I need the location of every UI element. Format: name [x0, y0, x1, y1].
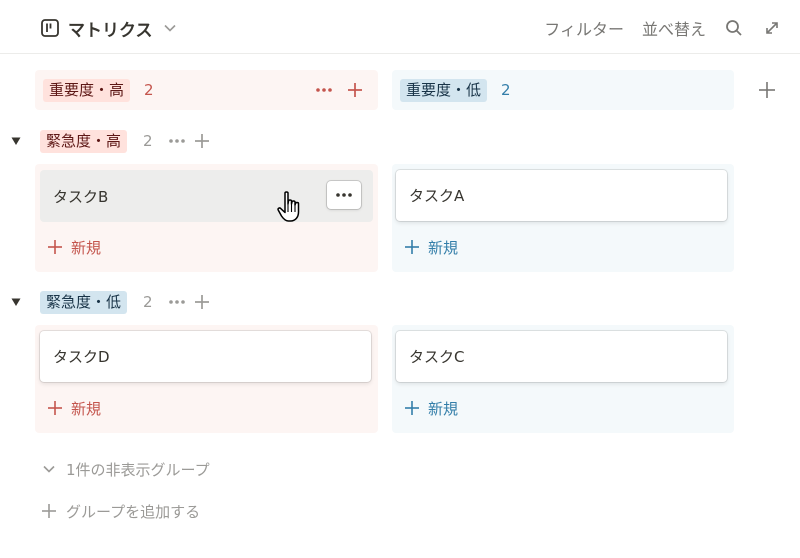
top-bar: マトリクス フィルター 並べ替え — [0, 0, 800, 54]
hidden-groups-toggle[interactable]: 1件の非表示グループ — [40, 457, 210, 481]
new-label: 新規 — [428, 399, 459, 418]
plus-icon — [48, 401, 62, 415]
card-task-c[interactable]: タスクC — [396, 331, 727, 382]
sort-button[interactable]: 並べ替え — [642, 16, 706, 40]
toolbar: フィルター 並べ替え — [544, 14, 782, 42]
group-count: 2 — [143, 293, 153, 311]
group-tag[interactable]: 緊急度・高 — [40, 129, 128, 153]
group-header-low-urgency: 緊急度・低 2 — [10, 289, 211, 315]
chevron-down-icon — [43, 465, 55, 473]
collapse-triangle-icon[interactable] — [10, 135, 22, 147]
column-header-low-importance: 重要度・低 2 — [392, 70, 734, 110]
plus-icon — [405, 240, 419, 254]
plus-icon — [48, 240, 62, 254]
column-count: 2 — [144, 81, 154, 99]
card-menu-button[interactable] — [327, 181, 361, 209]
expand-icon[interactable] — [762, 18, 782, 38]
group-header-high-urgency: 緊急度・高 2 — [10, 128, 211, 154]
plus-icon — [405, 401, 419, 415]
add-group-button[interactable]: グループを追加する — [40, 499, 200, 523]
collapse-triangle-icon[interactable] — [10, 296, 22, 308]
card-task-a[interactable]: タスクA — [396, 170, 727, 221]
group-tag[interactable]: 緊急度・低 — [40, 290, 128, 314]
search-icon[interactable] — [724, 18, 744, 38]
more-icon[interactable] — [314, 80, 334, 100]
card-title: タスクA — [409, 187, 465, 205]
column-tag[interactable]: 重要度・低 — [400, 78, 488, 102]
plus-icon[interactable] — [193, 293, 211, 311]
new-label: 新規 — [71, 238, 102, 257]
board-icon — [40, 18, 60, 38]
add-group-label: グループを追加する — [66, 502, 201, 521]
card-title: タスクB — [53, 187, 109, 206]
plus-icon[interactable] — [346, 81, 364, 99]
more-icon — [336, 193, 352, 197]
column-actions — [314, 70, 364, 110]
plus-icon[interactable] — [193, 132, 211, 150]
new-label: 新規 — [428, 238, 459, 257]
card-title: タスクC — [409, 348, 465, 366]
card-task-b[interactable]: タスクB — [40, 170, 373, 222]
add-column-icon[interactable] — [757, 80, 777, 100]
view-title: マトリクス — [68, 20, 153, 41]
column-header-high-importance: 重要度・高 2 — [35, 70, 378, 110]
group-count: 2 — [143, 132, 153, 150]
new-card-button[interactable]: 新規 — [404, 234, 458, 260]
column-tag[interactable]: 重要度・高 — [43, 78, 131, 102]
card-task-d[interactable]: タスクD — [40, 331, 371, 382]
more-icon[interactable] — [167, 131, 187, 151]
column-count: 2 — [501, 81, 511, 99]
new-card-button[interactable]: 新規 — [404, 395, 458, 421]
new-card-button[interactable]: 新規 — [47, 234, 101, 260]
plus-icon — [42, 504, 56, 518]
view-switcher[interactable]: マトリクス — [40, 14, 179, 42]
filter-button[interactable]: フィルター — [544, 16, 624, 40]
new-label: 新規 — [71, 399, 102, 418]
new-card-button[interactable]: 新規 — [47, 395, 101, 421]
chevron-down-icon — [161, 19, 179, 37]
hidden-groups-label: 1件の非表示グループ — [66, 460, 210, 479]
more-icon[interactable] — [167, 292, 187, 312]
card-title: タスクD — [53, 348, 110, 366]
